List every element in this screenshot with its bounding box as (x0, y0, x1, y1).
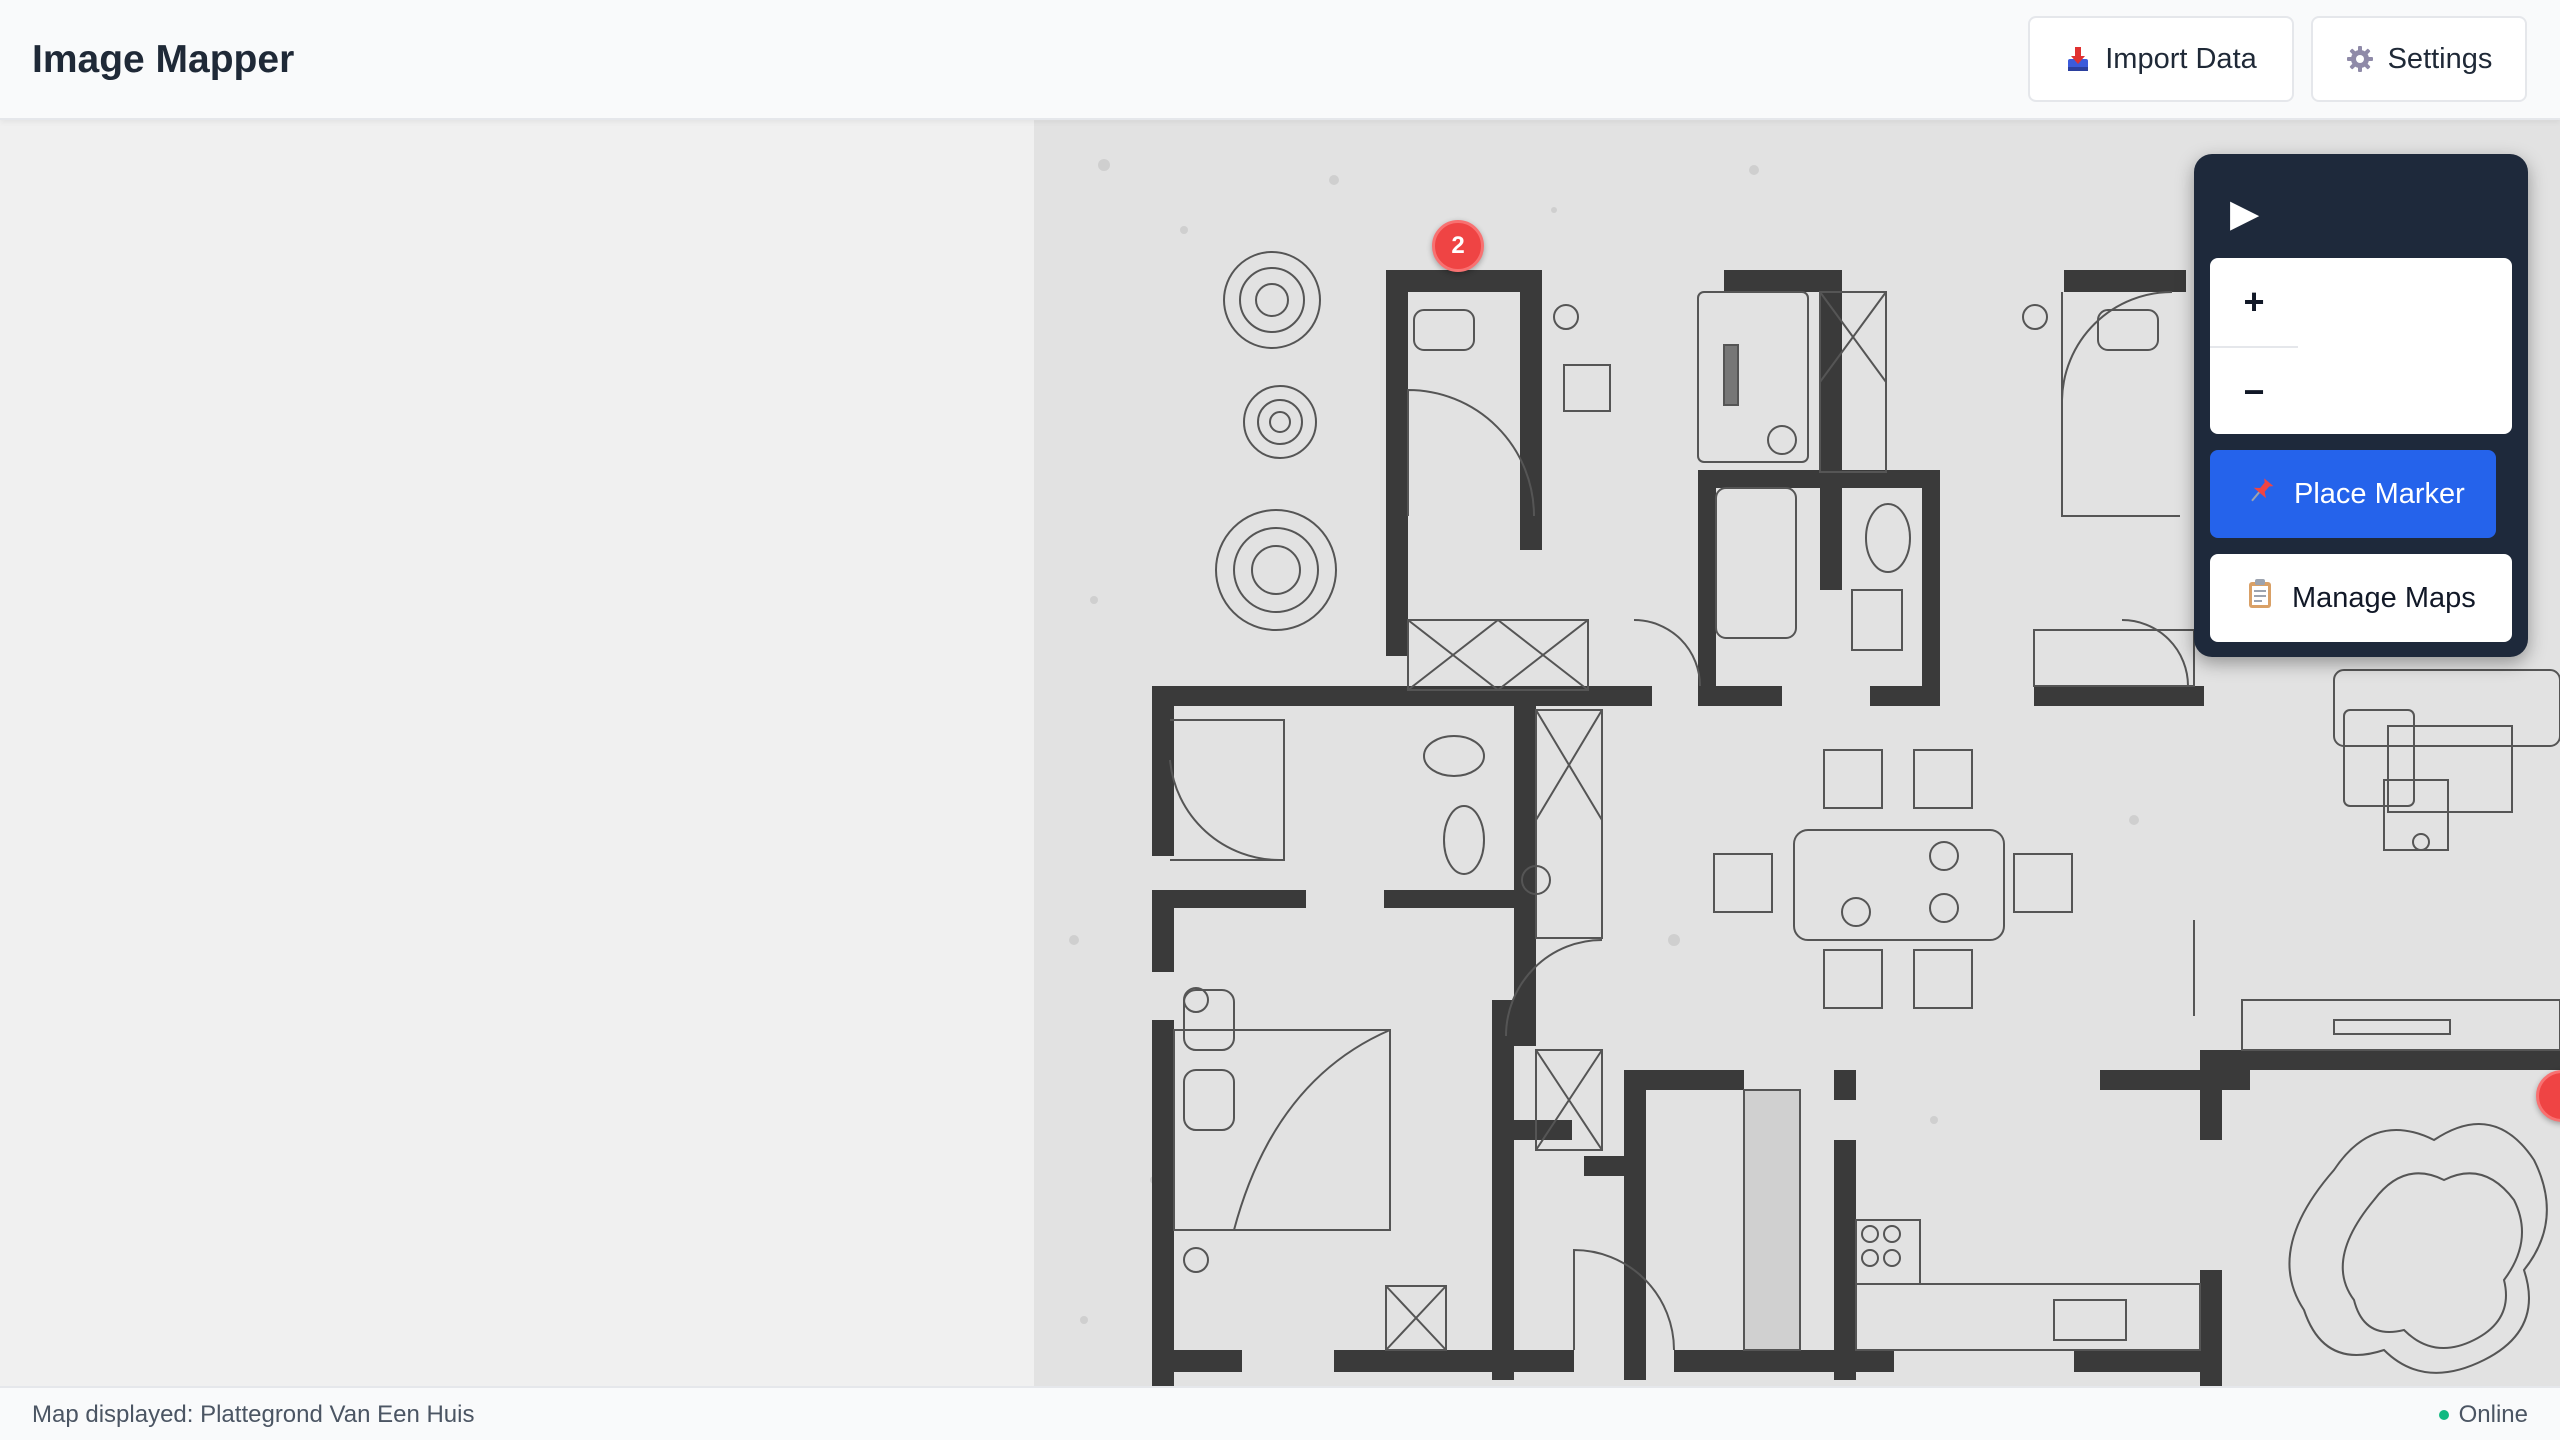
manage-maps-button[interactable]: Manage Maps (2210, 554, 2512, 642)
pushpin-icon (2246, 475, 2276, 513)
settings-button[interactable]: Settings (2311, 16, 2527, 102)
panel-toggle-icon[interactable]: ▶ (2230, 192, 2259, 236)
map-status-text: Map displayed: Plattegrond Van Een Huis (32, 1401, 475, 1428)
app-header: Image Mapper Import Data Settings (0, 0, 2560, 120)
place-marker-label: Place Marker (2294, 477, 2465, 510)
import-data-button[interactable]: Import Data (2028, 16, 2294, 102)
import-tray-icon (2065, 45, 2091, 73)
map-marker[interactable]: 2 (1432, 220, 1484, 272)
place-marker-button[interactable]: Place Marker (2210, 450, 2496, 538)
left-panel (0, 120, 1034, 1386)
clipboard-icon (2246, 578, 2274, 618)
status-bar: Map displayed: Plattegrond Van Een Huis … (0, 1386, 2560, 1440)
zoom-in-button[interactable]: + (2210, 258, 2298, 346)
zoom-out-button[interactable]: − (2210, 348, 2298, 434)
gear-icon (2346, 45, 2374, 73)
import-data-label: Import Data (2105, 42, 2257, 75)
app-title: Image Mapper (32, 38, 295, 81)
map-controls-panel: ▶ + − Place Marker Manage Maps (2194, 154, 2528, 657)
map-marker-label: 2 (1451, 232, 1465, 259)
online-dot-icon (2438, 1410, 2449, 1420)
zoom-controls: + − (2210, 258, 2512, 434)
online-label: Online (2458, 1401, 2528, 1428)
settings-label: Settings (2387, 42, 2493, 75)
connection-status: Online (2438, 1401, 2528, 1429)
manage-maps-label: Manage Maps (2292, 581, 2476, 614)
